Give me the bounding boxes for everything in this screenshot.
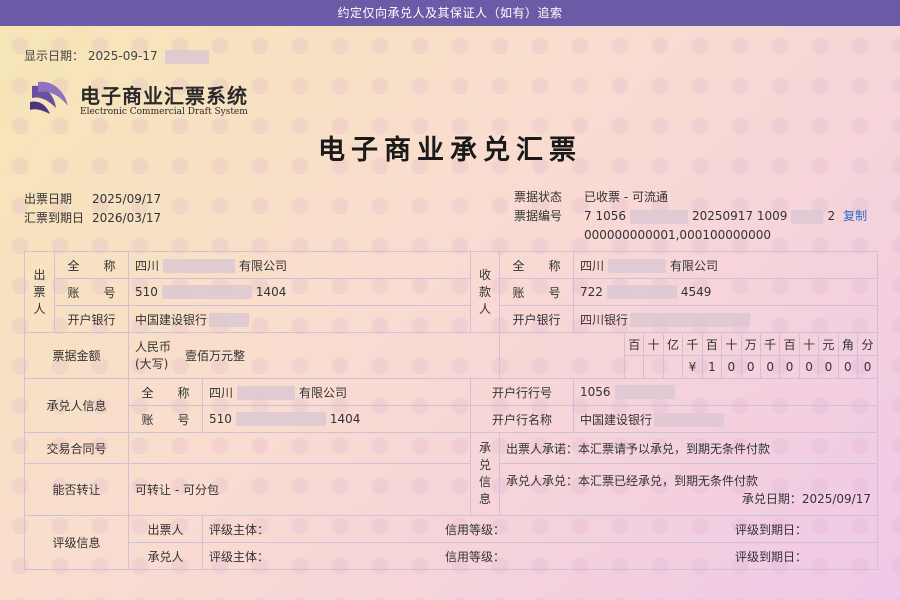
drawer-payee-row-1: 出票人 全 称 四川 有限公司 收款人 全 称 四川 有限公司 — [24, 251, 878, 333]
acceptor-bank-no-label: 开户行行号 — [470, 378, 574, 406]
redaction-mask — [791, 209, 824, 224]
system-logo: 电子商业汇票系统 Electronic Commercial Draft Sys… — [28, 78, 248, 118]
rating-party-acceptor: 承兑人 — [128, 542, 203, 570]
bill-number-part1: 7 1056 — [584, 209, 626, 223]
drawer-name-value: 四川 有限公司 — [128, 251, 471, 279]
due-date-value: 2026/03/17 — [92, 211, 162, 225]
contract-label: 交易合同号 — [24, 432, 129, 464]
page-title: 电子商业承兑汇票 — [318, 135, 582, 166]
rating-detail-acceptor: 评级主体： 信用等级： 评级到期日： — [202, 542, 878, 570]
acceptor-name-value: 四川 有限公司 — [202, 378, 471, 406]
top-banner: 约定仅向承兑人及其保证人（如有）追索 — [0, 0, 900, 26]
bill-status-info: 票据状态 已收票 - 可流通 票据编号 7 1056 20250917 1009 2 复制… — [514, 188, 867, 245]
contract-row: 交易合同号 承兑信息 出票人承诺：本汇票请予以承兑，到期无条件付款 — [24, 432, 878, 516]
acceptor-promise-cell: 承兑人承兑：本汇票已经承兑，到期无条件付款 承兑日期：2025/09/17 — [499, 463, 878, 516]
payee-account-label: 账 号 — [499, 278, 574, 306]
rating-section-label: 评级信息 — [24, 515, 129, 570]
bill-dates: 出票日期 2025/09/17 汇票到期日 2026/03/17 — [24, 190, 161, 228]
amount-row: 票据金额 人民币 (大写) 壹佰万元整 百十亿千百十万千百十元角分 ¥1 0 0 0 0 0… — [24, 332, 878, 379]
transfer-label: 能否转让 — [24, 463, 129, 516]
bill-number-label: 票据编号 — [514, 209, 563, 223]
drawer-name-label: 全 称 — [54, 251, 129, 279]
status-value: 已收票 - 可流通 — [584, 190, 668, 204]
acceptor-account-label: 账 号 — [128, 405, 203, 433]
acceptor-row-1: 承兑人信息 全 称 四川 有限公司 开户行行号 1056 — [24, 378, 878, 433]
drawer-promise: 出票人承诺：本汇票请予以承兑，到期无条件付款 — [499, 432, 878, 464]
bill-number-part3: 2 — [827, 209, 836, 223]
rating-row-acceptor: 承兑人 评级主体： 信用等级： 评级到期日： — [25, 542, 878, 570]
payee-section-label: 收款人 — [470, 251, 500, 333]
payee-bank-label: 开户银行 — [499, 305, 574, 333]
display-date-value: 2025-09-17 — [87, 49, 158, 63]
acceptor-account-value: 510 1404 — [202, 405, 471, 433]
drawer-section-label: 出票人 — [24, 251, 55, 333]
status-label: 票据状态 — [514, 190, 563, 204]
bill-table: 出票人 全 称 四川 有限公司 收款人 全 称 四川 有限公司 账 号 510 140… — [24, 251, 878, 570]
acceptor-section-label: 承兑人信息 — [24, 378, 129, 433]
display-date-label: 显示日期： — [24, 49, 85, 63]
display-date: 显示日期： 2025-09-17 — [24, 47, 210, 64]
drawer-account-label: 账 号 — [54, 278, 129, 306]
amount-digits-cell: 百十亿千百十万千百十元角分 ¥1 0 0 0 0 0 0 0 0 — [499, 332, 878, 379]
bill-number-line2: 000000000001,000100000000 — [584, 228, 772, 242]
transfer-row: 能否转让 可转让 - 可分包 承兑人承兑：本汇票已经承兑，到期无条件付款 承兑日… — [24, 463, 878, 516]
due-date-label: 汇票到期日 — [24, 211, 85, 225]
acceptor-row-2: 账 号 510 1404 开户行名称 中国建设银行 — [25, 405, 878, 433]
drawer-payee-row-2: 账 号 510 1404 账 号 722 4549 — [25, 278, 878, 306]
payee-name-label: 全 称 — [499, 251, 574, 279]
issue-date-label: 出票日期 — [24, 192, 73, 206]
accept-date: 承兑日期：2025/09/17 — [741, 491, 871, 506]
payee-bank-value: 四川银行 — [573, 305, 878, 333]
issue-date-value: 2025/09/17 — [92, 192, 162, 206]
rating-row-drawer: 评级信息 出票人 评级主体： 信用等级： 评级到期日： — [24, 515, 878, 570]
top-banner-text: 约定仅向承兑人及其保证人（如有）追索 — [337, 6, 563, 20]
logo-en-text: Electronic Commercial Draft System — [80, 106, 248, 117]
acceptor-bank-no-value: 1056 — [573, 378, 878, 406]
logo-cn-text: 电子商业汇票系统 — [80, 83, 248, 108]
contract-value — [128, 432, 471, 464]
payee-account-value: 722 4549 — [573, 278, 878, 306]
amount-digits: 百十亿千百十万千百十元角分 ¥1 0 0 0 0 0 0 0 0 — [624, 333, 877, 378]
redaction-mask — [165, 49, 210, 64]
redaction-mask — [630, 209, 688, 224]
acceptor-name-label: 全 称 — [128, 378, 203, 406]
rating-detail-drawer: 评级主体： 信用等级： 评级到期日： — [202, 515, 878, 543]
drawer-bank-label: 开户银行 — [54, 305, 129, 333]
bill-number-part2: 20250917 1009 — [692, 209, 788, 223]
copy-bill-number-link[interactable]: 复制 — [843, 209, 867, 223]
drawer-payee-row-3: 开户银行 中国建设银行 开户银行 四川银行 — [25, 305, 878, 333]
ecds-logo-icon — [30, 81, 68, 114]
transfer-value: 可转让 - 可分包 — [128, 463, 471, 516]
amount-chinese: 人民币 (大写) 壹佰万元整 — [128, 332, 500, 379]
drawer-bank-value: 中国建设银行 — [128, 305, 471, 333]
acceptor-bank-name-value: 中国建设银行 — [573, 405, 878, 433]
payee-name-value: 四川 有限公司 — [573, 251, 878, 279]
rating-party-drawer: 出票人 — [128, 515, 203, 543]
acceptor-promise: 承兑人承兑：本汇票已经承兑，到期无条件付款 — [506, 473, 759, 488]
drawer-account-value: 510 1404 — [128, 278, 471, 306]
amount-label: 票据金额 — [24, 332, 129, 379]
acceptance-section-label: 承兑信息 — [470, 432, 500, 516]
acceptor-bank-name-label: 开户行名称 — [470, 405, 574, 433]
